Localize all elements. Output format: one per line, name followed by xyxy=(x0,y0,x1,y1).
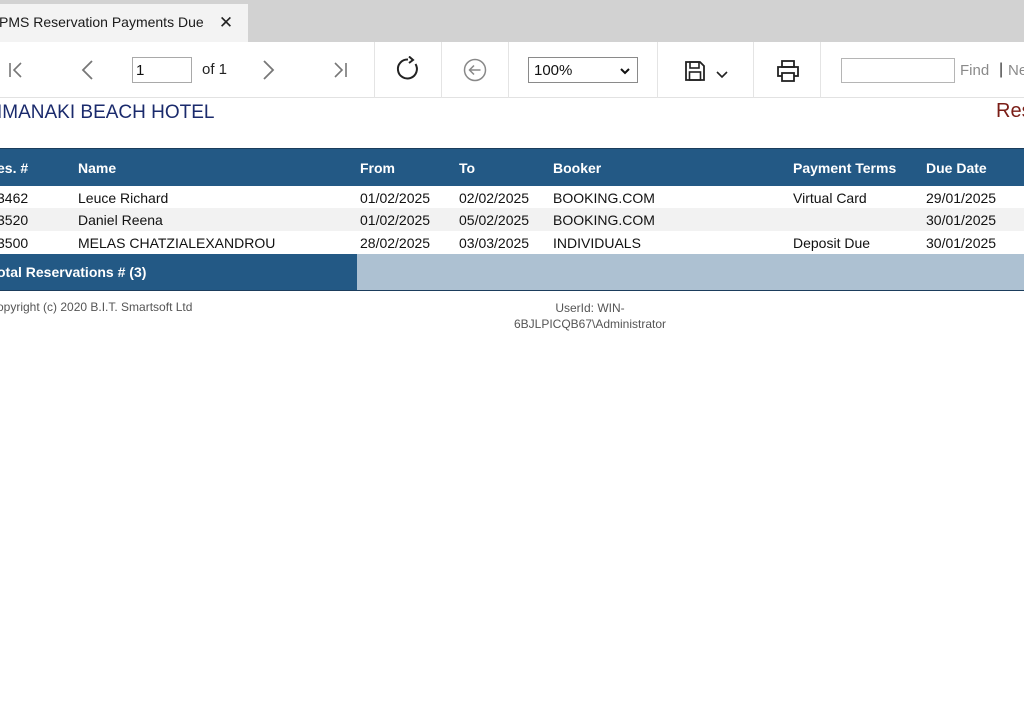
find-input[interactable] xyxy=(841,58,955,83)
cell-booker: BOOKING.COM xyxy=(553,190,655,206)
total-bar-fill xyxy=(357,254,1024,291)
cell-from: 01/02/2025 xyxy=(360,212,431,228)
total-reservations-label: otal Reservations # (3) xyxy=(0,264,147,280)
toolbar-divider xyxy=(657,42,658,98)
user-id-line: UserId: WIN- xyxy=(555,301,625,315)
next-button[interactable]: Ne xyxy=(1008,62,1024,79)
user-id-line: 6BJLPICQB67\Administrator xyxy=(513,317,667,331)
toolbar-divider xyxy=(441,42,442,98)
table-header: es. # Name From To Booker Payment Terms … xyxy=(0,148,1024,186)
toolbar-divider xyxy=(753,42,754,98)
cell-res-no: 3520 xyxy=(0,212,29,228)
column-header: Name xyxy=(78,160,117,176)
cell-due-date: 30/01/2025 xyxy=(926,212,997,228)
cell-booker: BOOKING.COM xyxy=(553,212,655,228)
cell-to: 03/03/2025 xyxy=(459,235,530,251)
cell-name: Daniel Reena xyxy=(78,212,163,228)
column-header: Booker xyxy=(553,160,602,176)
column-header: From xyxy=(360,160,395,176)
zoom-select[interactable]: 100% xyxy=(528,57,638,83)
cell-booker: INDIVIDUALS xyxy=(553,235,641,251)
hotel-name: IMANAKI BEACH HOTEL xyxy=(0,102,215,123)
cell-from: 28/02/2025 xyxy=(360,235,431,251)
cell-due-date: 30/01/2025 xyxy=(926,235,997,251)
report-title: Res xyxy=(996,100,1024,122)
cell-payment-terms: Deposit Due xyxy=(793,235,871,251)
page-count-label: of 1 xyxy=(202,61,228,78)
table-row: 3520 Daniel Reena 01/02/2025 05/02/2025 … xyxy=(0,208,1024,231)
toolbar-divider xyxy=(508,42,509,98)
user-id-text: UserId: WIN- 6BJLPICQB67\Administrator xyxy=(500,300,680,332)
copyright-text: opyright (c) 2020 B.I.T. Smartsoft Ltd xyxy=(0,300,193,314)
cell-res-no: 3462 xyxy=(0,190,29,206)
table-row: 3500 MELAS CHATZIALEXANDROU 28/02/2025 0… xyxy=(0,231,1024,254)
cell-due-date: 29/01/2025 xyxy=(926,190,997,206)
total-reservations-bar: otal Reservations # (3) xyxy=(0,254,357,291)
column-header: Payment Terms xyxy=(793,160,897,176)
report-toolbar: of 1 100% Find | Ne xyxy=(0,42,1024,98)
table-row: 3462 Leuce Richard 01/02/2025 02/02/2025… xyxy=(0,186,1024,209)
cell-to: 02/02/2025 xyxy=(459,190,530,206)
first-page-icon[interactable] xyxy=(4,58,28,82)
cell-payment-terms: Virtual Card xyxy=(793,190,867,206)
cell-res-no: 3500 xyxy=(0,235,29,251)
cell-from: 01/02/2025 xyxy=(360,190,431,206)
tab-strip: PMS Reservation Payments Due ✕ xyxy=(0,0,1024,42)
prev-page-icon[interactable] xyxy=(76,58,100,82)
last-page-icon[interactable] xyxy=(328,58,352,82)
column-header: To xyxy=(459,160,476,176)
find-button[interactable]: Find xyxy=(960,62,989,79)
print-icon[interactable] xyxy=(775,58,801,84)
column-header: es. # xyxy=(0,160,29,176)
back-icon[interactable] xyxy=(462,57,488,83)
chevron-down-icon xyxy=(619,64,631,81)
toolbar-divider xyxy=(820,42,821,98)
save-icon[interactable] xyxy=(683,59,707,83)
next-page-icon[interactable] xyxy=(256,58,280,82)
cell-to: 05/02/2025 xyxy=(459,212,530,228)
zoom-value: 100% xyxy=(534,61,573,79)
refresh-icon[interactable] xyxy=(394,55,422,83)
column-header: Due Date xyxy=(926,160,987,176)
cell-name: MELAS CHATZIALEXANDROU xyxy=(78,235,276,251)
toolbar-divider xyxy=(374,42,375,98)
tab-reservation-payments-due[interactable]: PMS Reservation Payments Due ✕ xyxy=(0,4,248,42)
cell-name: Leuce Richard xyxy=(78,190,169,206)
divider xyxy=(0,290,1024,291)
dropdown-chevron-icon[interactable] xyxy=(714,68,730,82)
find-separator: | xyxy=(999,61,1004,78)
page-number-input[interactable] xyxy=(132,57,192,83)
tab-title: PMS Reservation Payments Due xyxy=(0,14,204,30)
close-icon[interactable]: ✕ xyxy=(218,13,234,33)
